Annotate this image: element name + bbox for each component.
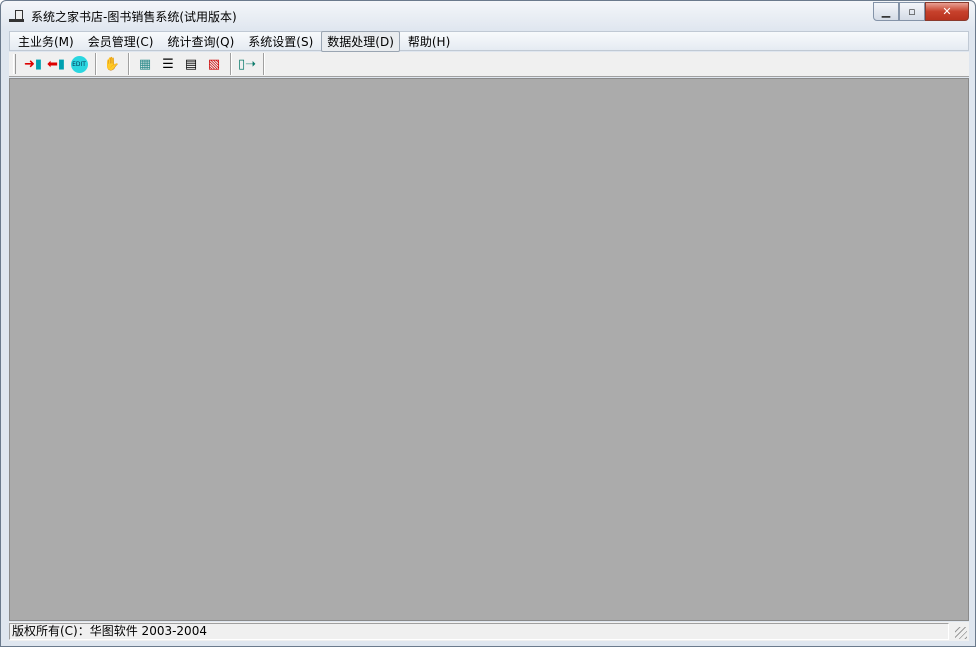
window-title: 系统之家书店-图书销售系统(试用版本) <box>31 9 237 24</box>
mdi-client-area[interactable] <box>9 78 969 621</box>
status-bar: 版权所有(C)：华图软件 2003-2004 <box>9 622 969 641</box>
app-icon[interactable] <box>9 8 25 24</box>
menu-system-settings[interactable]: 系统设置(S) <box>242 31 319 52</box>
bill-icon[interactable]: ▧ <box>203 53 225 75</box>
resize-grip[interactable] <box>955 627 967 639</box>
menu-data-processing[interactable]: 数据处理(D) <box>321 30 400 52</box>
menu-member-management[interactable]: 会员管理(C) <box>82 31 160 52</box>
toolbar-grip[interactable] <box>13 54 16 74</box>
toolbar-separator <box>263 53 265 75</box>
edit-icon[interactable]: EDIT <box>68 53 90 75</box>
status-copyright: 版权所有(C)：华图软件 2003-2004 <box>9 623 949 640</box>
close-button[interactable]: ✕ <box>925 2 969 21</box>
menu-statistics-query[interactable]: 统计查询(Q) <box>161 31 240 52</box>
database-icon[interactable]: ▦ <box>134 53 156 75</box>
main-window: 系统之家书店-图书销售系统(试用版本) ▁ ▫ ✕ 主业务(M) 会员管理(C)… <box>0 0 976 647</box>
menu-help[interactable]: 帮助(H) <box>402 31 456 52</box>
menu-bar: 主业务(M) 会员管理(C) 统计查询(Q) 系统设置(S) 数据处理(D) 帮… <box>9 30 969 52</box>
title-bar: 系统之家书店-图书销售系统(试用版本) <box>9 6 237 26</box>
menu-main-business[interactable]: 主业务(M) <box>12 31 80 52</box>
maximize-button[interactable]: ▫ <box>899 2 925 21</box>
logout-icon[interactable]: ⬅ ▮ <box>45 53 67 75</box>
toolbar: ➜ ▮ ⬅ ▮ EDIT ✋ ▦ ☰ ▤ ▧ ▯➝ <box>9 52 969 77</box>
toolbar-separator <box>128 53 130 75</box>
hand-icon[interactable]: ✋ <box>101 53 123 75</box>
list-icon[interactable]: ☰ <box>157 53 179 75</box>
exit-door-icon[interactable]: ▯➝ <box>236 53 258 75</box>
report-icon[interactable]: ▤ <box>180 53 202 75</box>
toolbar-separator <box>95 53 97 75</box>
toolbar-separator <box>230 53 232 75</box>
minimize-button[interactable]: ▁ <box>873 2 899 21</box>
login-icon[interactable]: ➜ ▮ <box>22 53 44 75</box>
window-controls: ▁ ▫ ✕ <box>873 2 969 21</box>
